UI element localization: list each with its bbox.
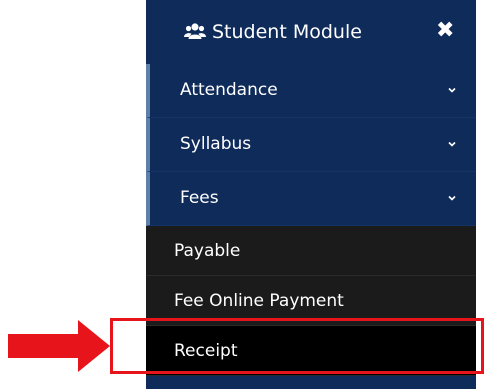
menu-item-label: Syllabus (180, 134, 252, 154)
sidebar-header: Student Module ✖ (146, 0, 476, 64)
submenu-item-payable[interactable]: Payable (146, 226, 476, 276)
menu-item-label: Fees (180, 188, 219, 208)
menu-item-label: Attendance (180, 80, 278, 100)
submenu-item-label: Fee Online Payment (174, 291, 344, 311)
chevron-down-icon (448, 141, 456, 147)
sidebar-bottom-strip (146, 377, 476, 389)
chevron-down-icon (448, 195, 456, 201)
highlight-box (110, 318, 484, 374)
chevron-down-icon (448, 87, 456, 93)
menu-item-syllabus[interactable]: Syllabus (146, 118, 476, 172)
pointer-arrow-icon (8, 320, 110, 372)
module-title: Student Module (212, 21, 362, 43)
submenu-item-label: Payable (174, 241, 241, 261)
menu-item-attendance[interactable]: Attendance (146, 64, 476, 118)
close-icon[interactable]: ✖ (436, 18, 454, 44)
menu-item-fees[interactable]: Fees (146, 172, 476, 226)
users-group-icon (184, 23, 206, 39)
